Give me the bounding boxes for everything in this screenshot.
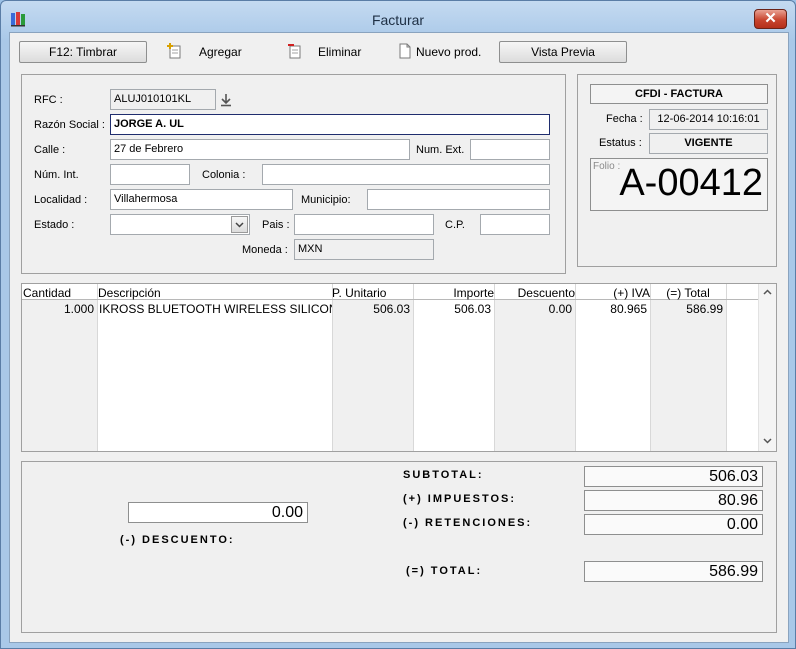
razon-social-label: Razón Social : — [34, 119, 105, 131]
chevron-up-icon[interactable] — [763, 289, 772, 295]
calle-field[interactable]: 27 de Febrero — [110, 139, 410, 160]
num-int-label: Núm. Int. — [34, 169, 79, 181]
customer-panel: RFC : ALUJ010101KL Razón Social : JORGE … — [21, 74, 566, 274]
fecha-label: Fecha : — [606, 113, 643, 125]
header-importe[interactable]: Importe — [413, 286, 494, 300]
retenciones-label: (-) RETENCIONES: — [403, 517, 533, 529]
cp-label: C.P. — [445, 219, 465, 231]
cfdi-header: CFDI - FACTURA — [590, 84, 768, 104]
retenciones-value: 0.00 — [584, 514, 763, 535]
row-iva[interactable]: 80.965 — [575, 302, 647, 316]
invoice-window: Facturar ✕ F12: Timbrar Agregar Eliminar… — [0, 0, 796, 649]
rfc-field[interactable]: ALUJ010101KL — [110, 89, 216, 110]
estatus-label: Estatus : — [599, 137, 642, 149]
header-descripcion[interactable]: Descripción — [98, 286, 161, 300]
estatus-field: VIGENTE — [649, 133, 768, 154]
totals-panel: SUBTOTAL: 506.03 (+) IMPUESTOS: 80.96 (-… — [21, 461, 777, 633]
rfc-label: RFC : — [34, 94, 63, 106]
municipio-field[interactable] — [367, 189, 550, 210]
localidad-field[interactable]: Villahermosa — [110, 189, 293, 210]
nuevo-producto-button[interactable]: Nuevo prod. — [416, 44, 481, 60]
subtotal-label: SUBTOTAL: — [403, 469, 484, 481]
moneda-field[interactable]: MXN — [294, 239, 434, 260]
impuestos-label: (+) IMPUESTOS: — [403, 493, 517, 505]
cfdi-panel: CFDI - FACTURA Fecha : 12-06-2014 10:16:… — [577, 74, 777, 267]
colonia-label: Colonia : — [202, 169, 246, 181]
close-button[interactable]: ✕ — [754, 9, 787, 29]
header-cantidad[interactable]: Cantidad — [23, 286, 71, 300]
row-total[interactable]: 586.99 — [650, 302, 723, 316]
folio-box: Folio : A-00412 — [590, 158, 768, 211]
header-iva[interactable]: (+) IVA — [575, 286, 650, 300]
estado-label: Estado : — [34, 219, 75, 231]
fecha-field: 12-06-2014 10:16:01 — [649, 109, 768, 130]
download-arrow-icon[interactable] — [220, 93, 232, 107]
impuestos-value: 80.96 — [584, 490, 763, 511]
items-grid[interactable]: Cantidad Descripción P. Unitario Importe… — [21, 283, 777, 452]
subtotal-value: 506.03 — [584, 466, 763, 487]
header-descuento[interactable]: Descuento — [494, 286, 575, 300]
add-document-icon[interactable] — [167, 42, 183, 60]
folio-value: A-00412 — [619, 162, 763, 204]
razon-social-field[interactable]: JORGE A. UL — [110, 114, 550, 135]
p-unitario-column — [332, 300, 413, 451]
new-document-icon[interactable] — [397, 42, 413, 60]
municipio-label: Municipio: — [301, 194, 351, 206]
column-divider — [726, 284, 727, 451]
pais-field[interactable] — [294, 214, 434, 235]
cantidad-column — [22, 300, 97, 451]
grid-scrollbar[interactable] — [758, 284, 776, 451]
localidad-label: Localidad : — [34, 194, 88, 206]
row-descripcion[interactable]: IKROSS BLUETOOTH WIRELESS SILICONE — [99, 302, 332, 316]
estado-select[interactable] — [110, 214, 250, 235]
estado-dropdown-button[interactable] — [231, 216, 248, 233]
total-column — [650, 300, 726, 451]
timbrar-button[interactable]: F12: Timbrar — [19, 41, 147, 63]
agregar-button[interactable]: Agregar — [199, 44, 242, 60]
vista-previa-button[interactable]: Vista Previa — [499, 41, 627, 63]
total-label: (=) TOTAL: — [406, 565, 483, 577]
num-ext-field[interactable] — [470, 139, 550, 160]
moneda-label: Moneda : — [242, 244, 288, 256]
window-title: Facturar — [371, 12, 425, 28]
cp-field[interactable] — [480, 214, 550, 235]
eliminar-button[interactable]: Eliminar — [318, 44, 361, 60]
pais-label: Pais : — [262, 219, 290, 231]
descuento-column — [494, 300, 575, 451]
row-importe[interactable]: 506.03 — [413, 302, 491, 316]
num-int-field[interactable] — [110, 164, 190, 185]
row-p-unitario[interactable]: 506.03 — [332, 302, 410, 316]
column-divider — [97, 284, 98, 451]
header-total[interactable]: (=) Total — [650, 286, 726, 300]
chevron-down-icon — [235, 222, 244, 228]
row-cantidad[interactable]: 1.000 — [22, 302, 94, 316]
num-ext-label: Num. Ext. — [416, 144, 465, 156]
descuento-field[interactable]: 0.00 — [128, 502, 308, 523]
descuento-label: (-) DESCUENTO: — [120, 534, 235, 546]
calle-label: Calle : — [34, 144, 66, 156]
header-p-unitario[interactable]: P. Unitario — [332, 286, 386, 300]
client-area: F12: Timbrar Agregar Eliminar Nuevo prod… — [9, 32, 789, 643]
colonia-field[interactable] — [262, 164, 550, 185]
chevron-down-icon[interactable] — [763, 438, 772, 444]
row-descuento[interactable]: 0.00 — [494, 302, 572, 316]
delete-document-icon[interactable] — [287, 42, 303, 60]
total-value: 586.99 — [584, 561, 763, 582]
